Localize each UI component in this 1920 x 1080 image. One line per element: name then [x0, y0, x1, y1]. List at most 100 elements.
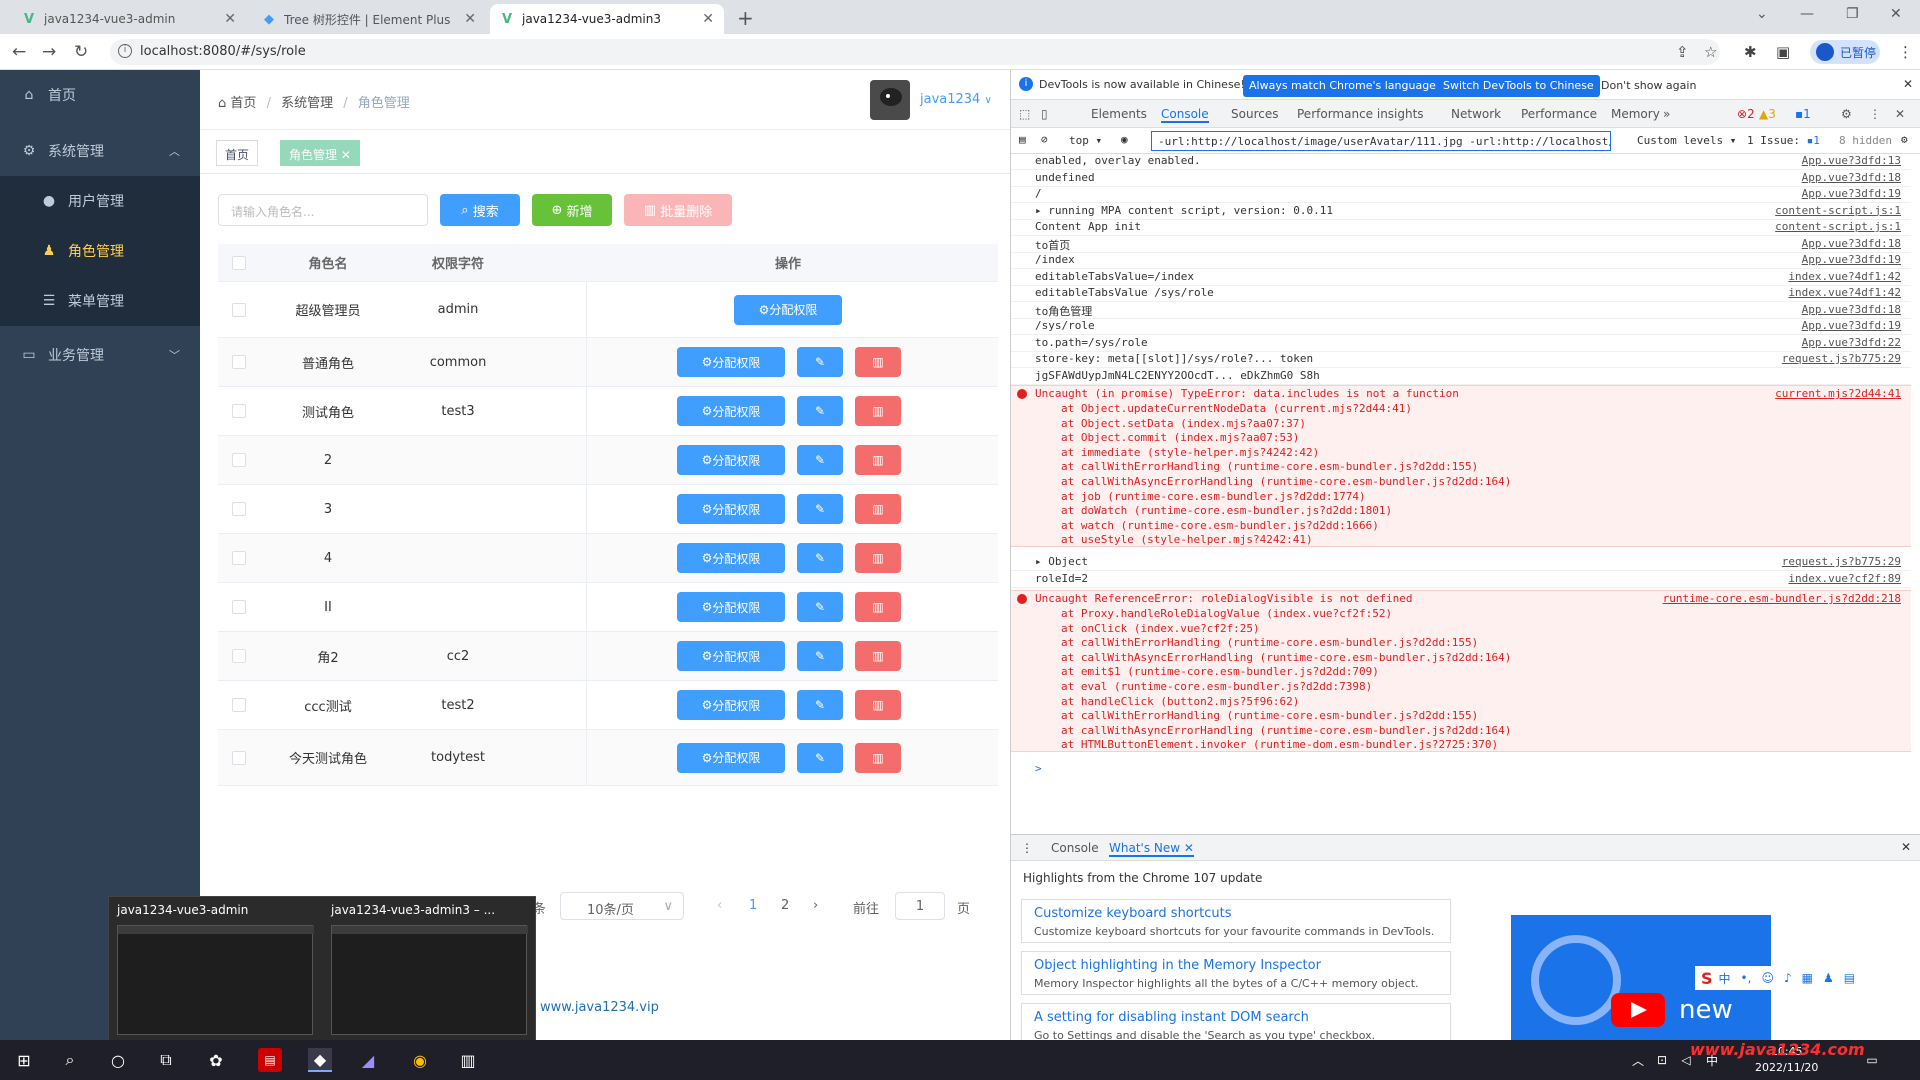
page-size-select[interactable]: 10条/页 ∨ — [560, 892, 684, 920]
stack-frame[interactable]: at Proxy.handleRoleDialogValue (index.vu… — [1011, 607, 1911, 622]
reload-icon[interactable]: ↻ — [74, 42, 88, 62]
avatar[interactable] — [870, 80, 910, 120]
stack-frame[interactable]: at job (runtime-core.esm-bundler.js?d2dd… — [1011, 490, 1911, 505]
warning-count-badge[interactable]: ▲3 — [1759, 107, 1776, 121]
app-icon[interactable]: ▥ — [456, 1048, 480, 1072]
clear-console-icon[interactable]: ⊘ — [1041, 133, 1048, 146]
log-levels-select[interactable]: Custom levels ▾ — [1637, 134, 1736, 147]
chrome-icon[interactable]: ◉ — [408, 1048, 432, 1072]
sidebar-item-system[interactable]: ⚙ 系统管理 ︿ — [0, 126, 200, 176]
source-link[interactable]: content-script.js:1 — [1775, 204, 1901, 217]
prev-page-icon[interactable]: ‹ — [717, 898, 722, 913]
stack-frame[interactable]: at callWithErrorHandling (runtime-core.e… — [1011, 460, 1911, 475]
delete-button[interactable]: ▥ — [855, 641, 901, 671]
page-1[interactable]: 1 — [749, 898, 757, 913]
console-prompt[interactable]: > — [1011, 762, 1911, 778]
device-toolbar-icon[interactable]: ▯ — [1041, 107, 1048, 121]
issue-count-badge[interactable]: ▪1 — [1795, 107, 1811, 121]
browser-tab-2[interactable]: ◆ Tree 树形控件 | Element Plus ✕ — [252, 4, 486, 34]
stack-frame[interactable]: at callWithAsyncErrorHandling (runtime-c… — [1011, 475, 1911, 490]
delete-button[interactable]: ▥ — [855, 592, 901, 622]
source-link[interactable]: index.vue?4df1:42 — [1788, 286, 1901, 299]
bookmark-star-icon[interactable]: ☆ — [1704, 43, 1717, 61]
close-icon[interactable]: ✕ — [1901, 840, 1911, 854]
search-input[interactable]: 请输入角色名... — [218, 194, 428, 226]
inspect-icon[interactable]: ⬚ — [1019, 107, 1030, 121]
site-info-icon[interactable]: i — [118, 44, 132, 58]
stack-frame[interactable]: at immediate (style-helper.mjs?4242:42) — [1011, 446, 1911, 461]
breadcrumb-item[interactable]: 系统管理 — [281, 96, 333, 111]
row-checkbox[interactable] — [232, 355, 246, 369]
task-view-icon[interactable]: ⧉ — [154, 1048, 178, 1072]
settings-gear-icon[interactable]: ⚙ — [1841, 107, 1852, 121]
assign-permission-button[interactable]: ⚙ 分配权限 — [677, 494, 785, 524]
share-icon[interactable]: ⇪ — [1676, 43, 1689, 61]
stack-frame[interactable]: at handleClick (button2.mjs?5f96:62) — [1011, 695, 1911, 710]
source-link[interactable]: App.vue?3dfd:22 — [1802, 336, 1901, 349]
stack-frame[interactable]: at callWithAsyncErrorHandling (runtime-c… — [1011, 724, 1911, 739]
maximize-icon[interactable]: ❐ — [1846, 6, 1859, 22]
close-icon[interactable]: ✕ — [1903, 77, 1913, 91]
source-link[interactable]: index.vue?cf2f:89 — [1788, 572, 1901, 585]
delete-button[interactable]: ▥ — [855, 396, 901, 426]
delete-button[interactable]: ▥ — [855, 742, 901, 773]
new-tab-icon[interactable]: + — [737, 6, 754, 30]
close-icon[interactable]: ✕ — [1895, 107, 1905, 121]
close-icon[interactable]: ✕ — [464, 11, 476, 27]
edit-button[interactable]: ✎ — [797, 347, 843, 377]
row-checkbox[interactable] — [232, 404, 246, 418]
row-checkbox[interactable] — [232, 649, 246, 663]
stack-frame[interactable]: at callWithErrorHandling (runtime-core.e… — [1011, 636, 1911, 651]
stack-frame[interactable]: at Object.setData (index.mjs?aa07:37) — [1011, 417, 1911, 432]
tray-expand-icon[interactable]: ︿ — [1626, 1048, 1650, 1072]
keyboard-icon[interactable]: ▦ — [1802, 971, 1813, 985]
emoji-icon[interactable]: ☺ — [1761, 971, 1774, 985]
source-link[interactable]: App.vue?3dfd:19 — [1802, 253, 1901, 266]
side-panel-icon[interactable]: ▣ — [1776, 43, 1790, 61]
forward-icon[interactable]: → — [42, 42, 56, 62]
tab-memory[interactable]: Memory — [1611, 107, 1660, 121]
toolbox-icon[interactable]: ▤ — [1844, 971, 1855, 985]
edit-button[interactable]: ✎ — [797, 494, 843, 524]
skin-icon[interactable]: ♟ — [1823, 971, 1834, 985]
delete-button[interactable]: ▥ — [855, 347, 901, 377]
ime-mode[interactable]: 中 — [1719, 970, 1731, 987]
url-input[interactable]: i localhost:8080/#/sys/role — [110, 39, 1720, 65]
breadcrumb-item[interactable]: 首页 — [230, 96, 256, 111]
source-link[interactable]: index.vue?4df1:42 — [1788, 270, 1901, 283]
source-link[interactable]: App.vue?3dfd:19 — [1802, 187, 1901, 200]
stack-frame[interactable]: at Object.commit (index.mjs?aa07:53) — [1011, 431, 1911, 446]
row-checkbox[interactable] — [232, 453, 246, 467]
tab-search-icon[interactable]: ⌄ — [1756, 6, 1768, 22]
footer-link[interactable]: www.java1234.vip — [540, 1000, 659, 1015]
row-checkbox[interactable] — [232, 502, 246, 516]
assign-permission-button[interactable]: ⚙ 分配权限 — [677, 592, 785, 622]
minimize-icon[interactable]: — — [1800, 6, 1814, 22]
source-link[interactable]: runtime-core.esm-bundler.js?d2dd:218 — [1663, 592, 1901, 605]
stack-frame[interactable]: at callWithAsyncErrorHandling (runtime-c… — [1011, 651, 1911, 666]
tag-role[interactable]: 角色管理 ✕ — [280, 140, 360, 166]
tag-home[interactable]: 首页 — [216, 140, 259, 166]
network-icon[interactable]: ⊡ — [1650, 1048, 1674, 1072]
context-select[interactable]: top ▾ — [1069, 134, 1102, 147]
add-button[interactable]: ⊕ 新增 — [532, 194, 612, 226]
extensions-icon[interactable]: ✱ — [1744, 43, 1757, 61]
back-icon[interactable]: ← — [12, 42, 26, 62]
batch-delete-button[interactable]: ▥ 批量删除 — [624, 194, 732, 226]
drawer-tab-whats-new[interactable]: What's New ✕ — [1109, 841, 1194, 857]
edit-button[interactable]: ✎ — [797, 641, 843, 671]
error-count-badge[interactable]: ⊗2 — [1737, 107, 1755, 121]
mic-icon[interactable]: ♪ — [1784, 971, 1792, 985]
source-link[interactable]: App.vue?3dfd:18 — [1802, 171, 1901, 184]
row-checkbox[interactable] — [232, 600, 246, 614]
app-icon[interactable]: ✿ — [204, 1048, 228, 1072]
stack-frame[interactable]: at onClick (index.vue?cf2f:25) — [1011, 622, 1911, 637]
more-options-icon[interactable]: ⋮ — [1869, 107, 1881, 121]
assign-permission-button[interactable]: ⚙ 分配权限 — [677, 543, 785, 573]
match-language-button[interactable]: Always match Chrome's language — [1243, 75, 1442, 97]
vscode-icon[interactable]: ◆ — [308, 1048, 332, 1072]
edit-button[interactable]: ✎ — [797, 445, 843, 475]
edit-button[interactable]: ✎ — [797, 396, 843, 426]
stack-frame[interactable]: at useStyle (style-helper.mjs?4242:41) — [1011, 533, 1911, 548]
source-link[interactable]: App.vue?3dfd:18 — [1802, 303, 1901, 316]
